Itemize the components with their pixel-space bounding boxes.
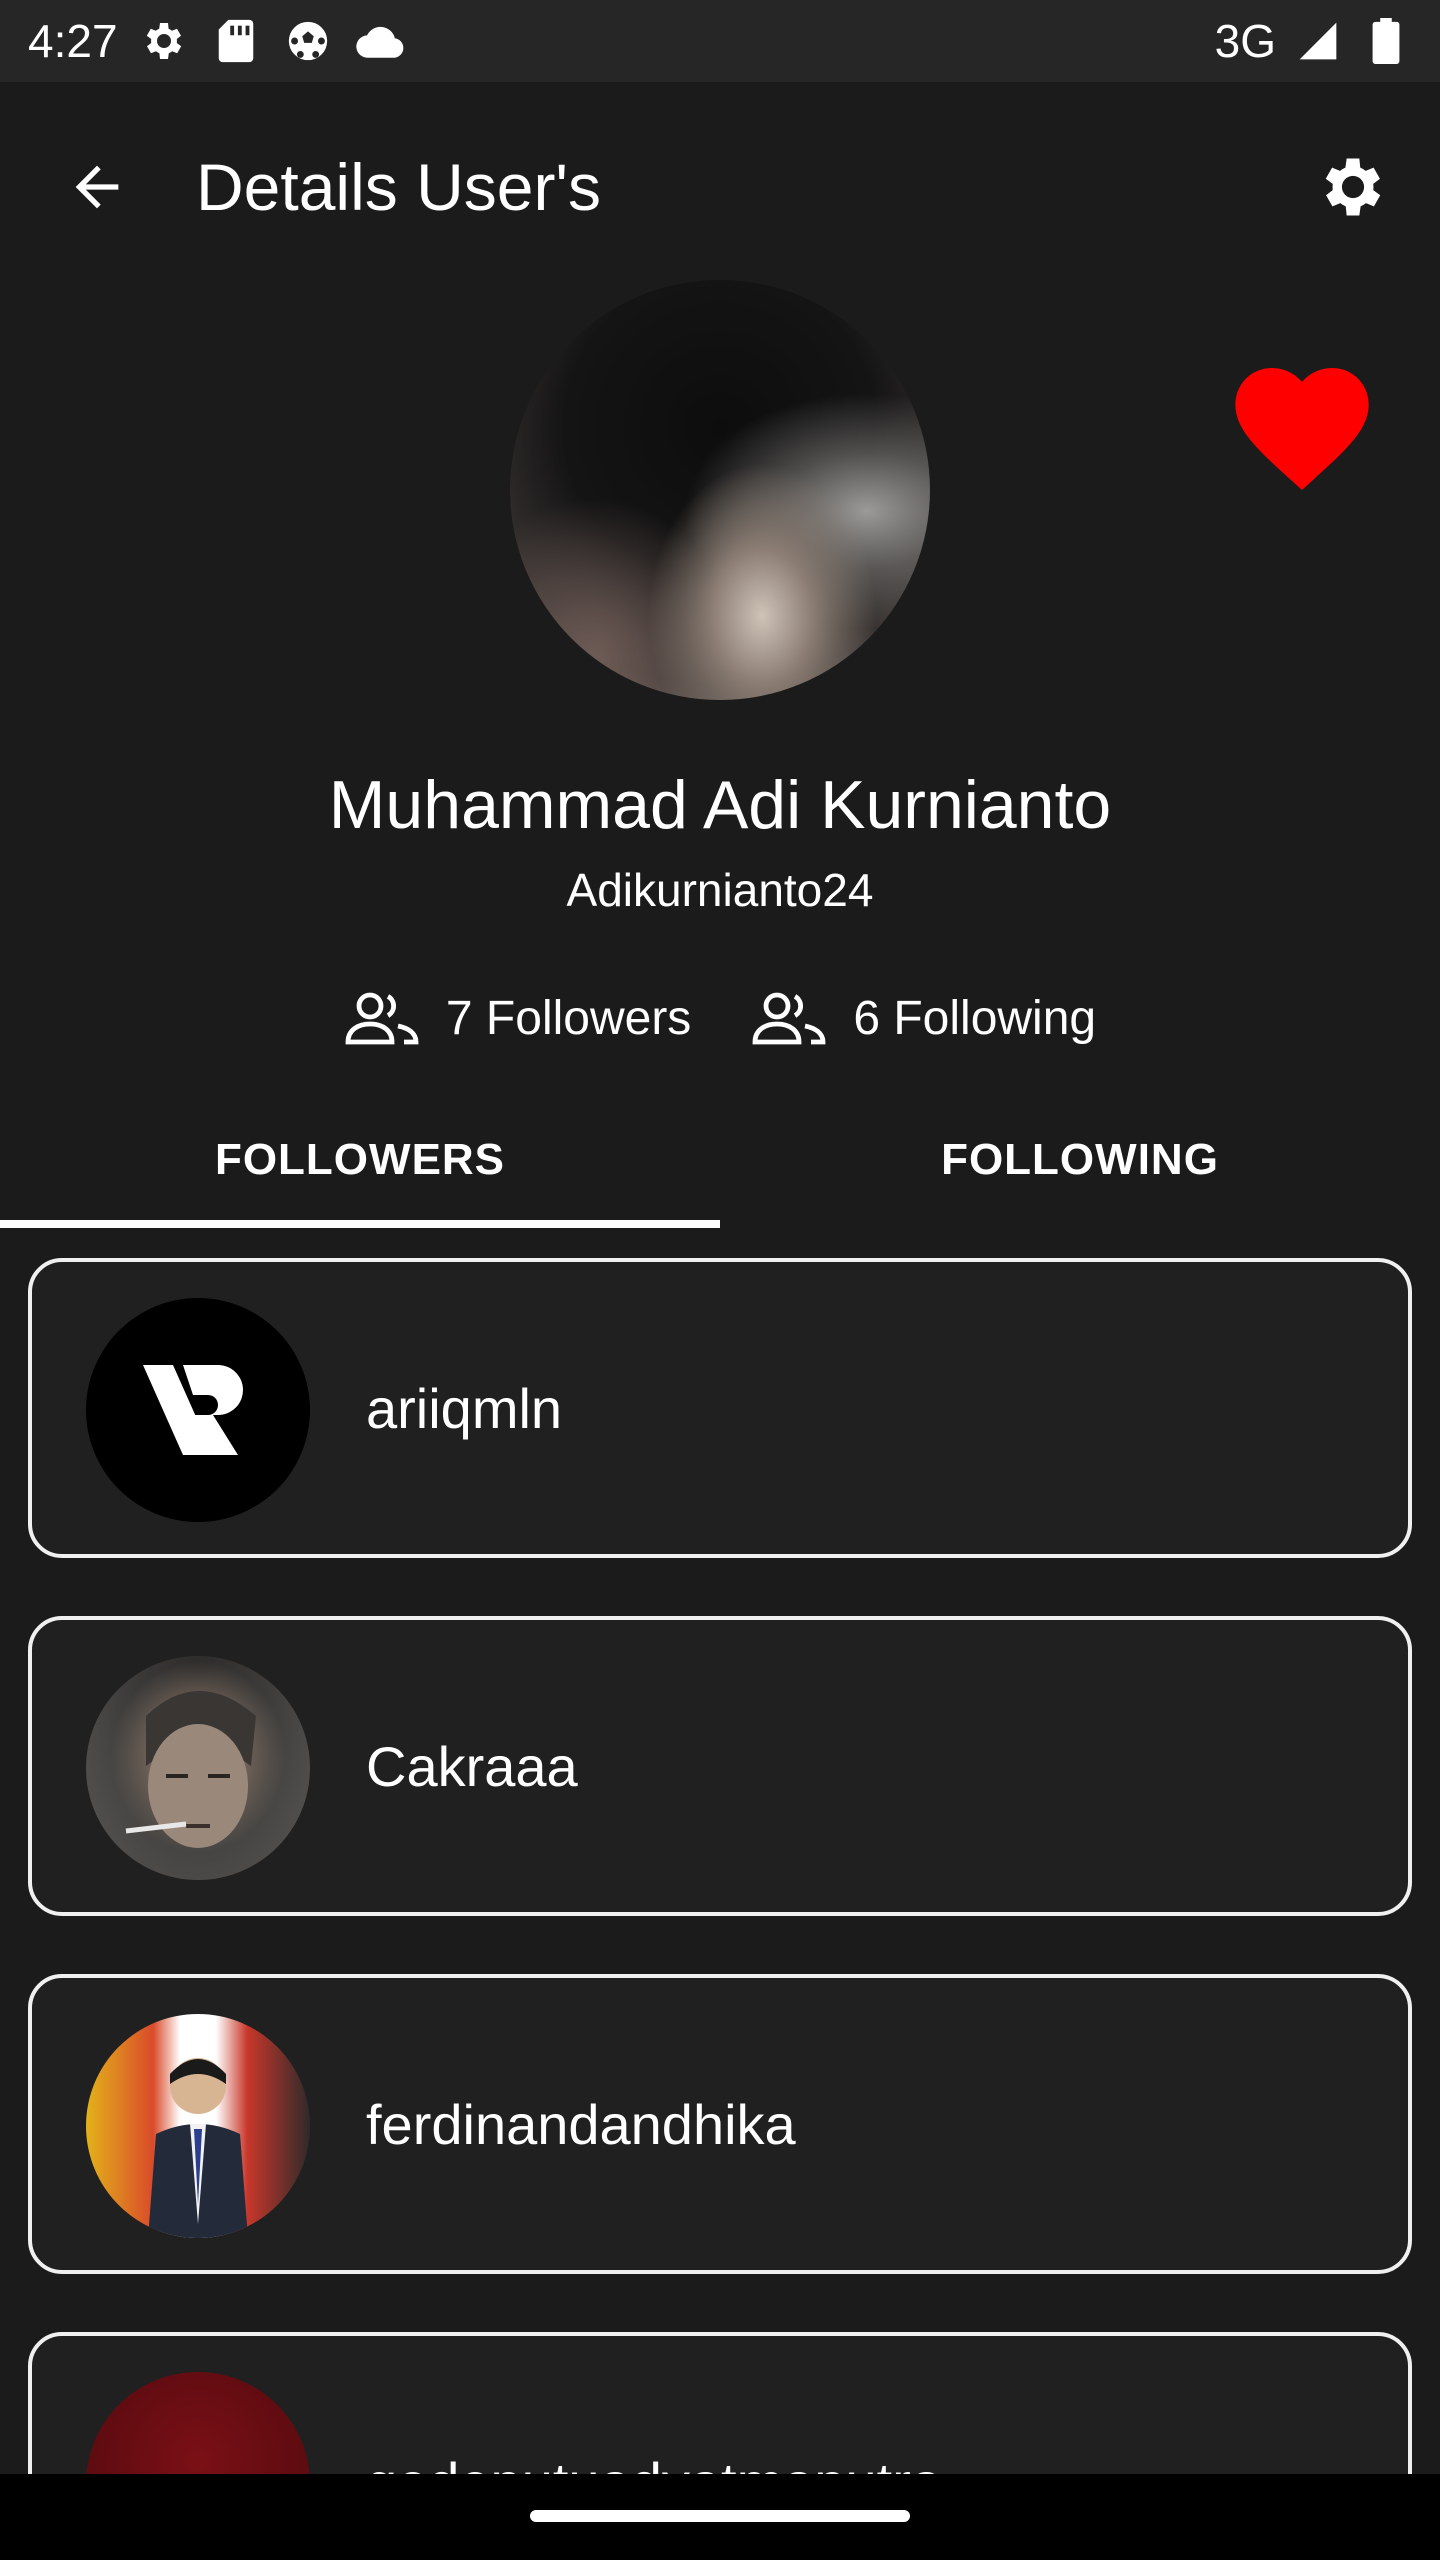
- user-avatar: [86, 1298, 310, 1522]
- tab-bar: FOLLOWERS FOLLOWING: [0, 1090, 1440, 1230]
- following-count: 6 Following: [751, 990, 1096, 1046]
- status-right: 3G: [1215, 14, 1412, 68]
- tab-following[interactable]: FOLLOWING: [720, 1090, 1440, 1230]
- stats-row: 7 Followers 6 Following: [0, 978, 1440, 1058]
- cloud-icon: [354, 15, 406, 67]
- list-item[interactable]: Cakraaa: [28, 1616, 1412, 1916]
- user-login: Cakraaa: [366, 1734, 578, 1798]
- tab-followers[interactable]: FOLLOWERS: [0, 1090, 720, 1230]
- followers-count: 7 Followers: [344, 990, 691, 1046]
- user-avatar: [86, 2014, 310, 2238]
- app-bar: Details User's: [0, 82, 1440, 282]
- signal-icon: [1292, 15, 1344, 67]
- profile-name: Muhammad Adi Kurnianto: [328, 767, 1112, 843]
- following-label: 6 Following: [853, 991, 1097, 1045]
- sd-card-icon: [210, 15, 262, 67]
- back-button[interactable]: [52, 142, 142, 232]
- user-login: ariiqmln: [366, 1376, 563, 1440]
- tab-indicator: [0, 1220, 720, 1228]
- user-login: ferdinandandhika: [366, 2092, 796, 2156]
- page-title: Details User's: [196, 150, 602, 224]
- system-nav-bar: [0, 2474, 1440, 2560]
- profile-avatar: [510, 280, 930, 700]
- status-bar: 4:27 3G: [0, 0, 1440, 82]
- arrow-back-icon: [75, 165, 119, 209]
- profile-username: Adikurnianto24: [566, 864, 874, 916]
- home-indicator[interactable]: [530, 2510, 910, 2522]
- settings-gear-icon: [138, 15, 190, 67]
- list-item[interactable]: ariiqmln: [28, 1258, 1412, 1558]
- battery-icon: [1360, 15, 1412, 67]
- user-avatar: [86, 1656, 310, 1880]
- people-outline-icon: [344, 990, 424, 1046]
- gear-icon: [1325, 158, 1381, 216]
- favorite-button[interactable]: [1222, 350, 1382, 490]
- list-item[interactable]: ferdinandandhika: [28, 1974, 1412, 2274]
- settings-button[interactable]: [1306, 140, 1400, 234]
- status-left: 4:27: [28, 14, 406, 68]
- status-time: 4:27: [28, 15, 118, 67]
- followers-label: 7 Followers: [445, 991, 692, 1045]
- heart-icon: [1235, 368, 1369, 490]
- soccer-ball-icon: [282, 15, 334, 67]
- screen: 4:27 3G Details User's Muhammad Adi Kurn…: [0, 0, 1440, 2560]
- network-type: 3G: [1214, 15, 1276, 67]
- people-outline-icon: [751, 990, 831, 1046]
